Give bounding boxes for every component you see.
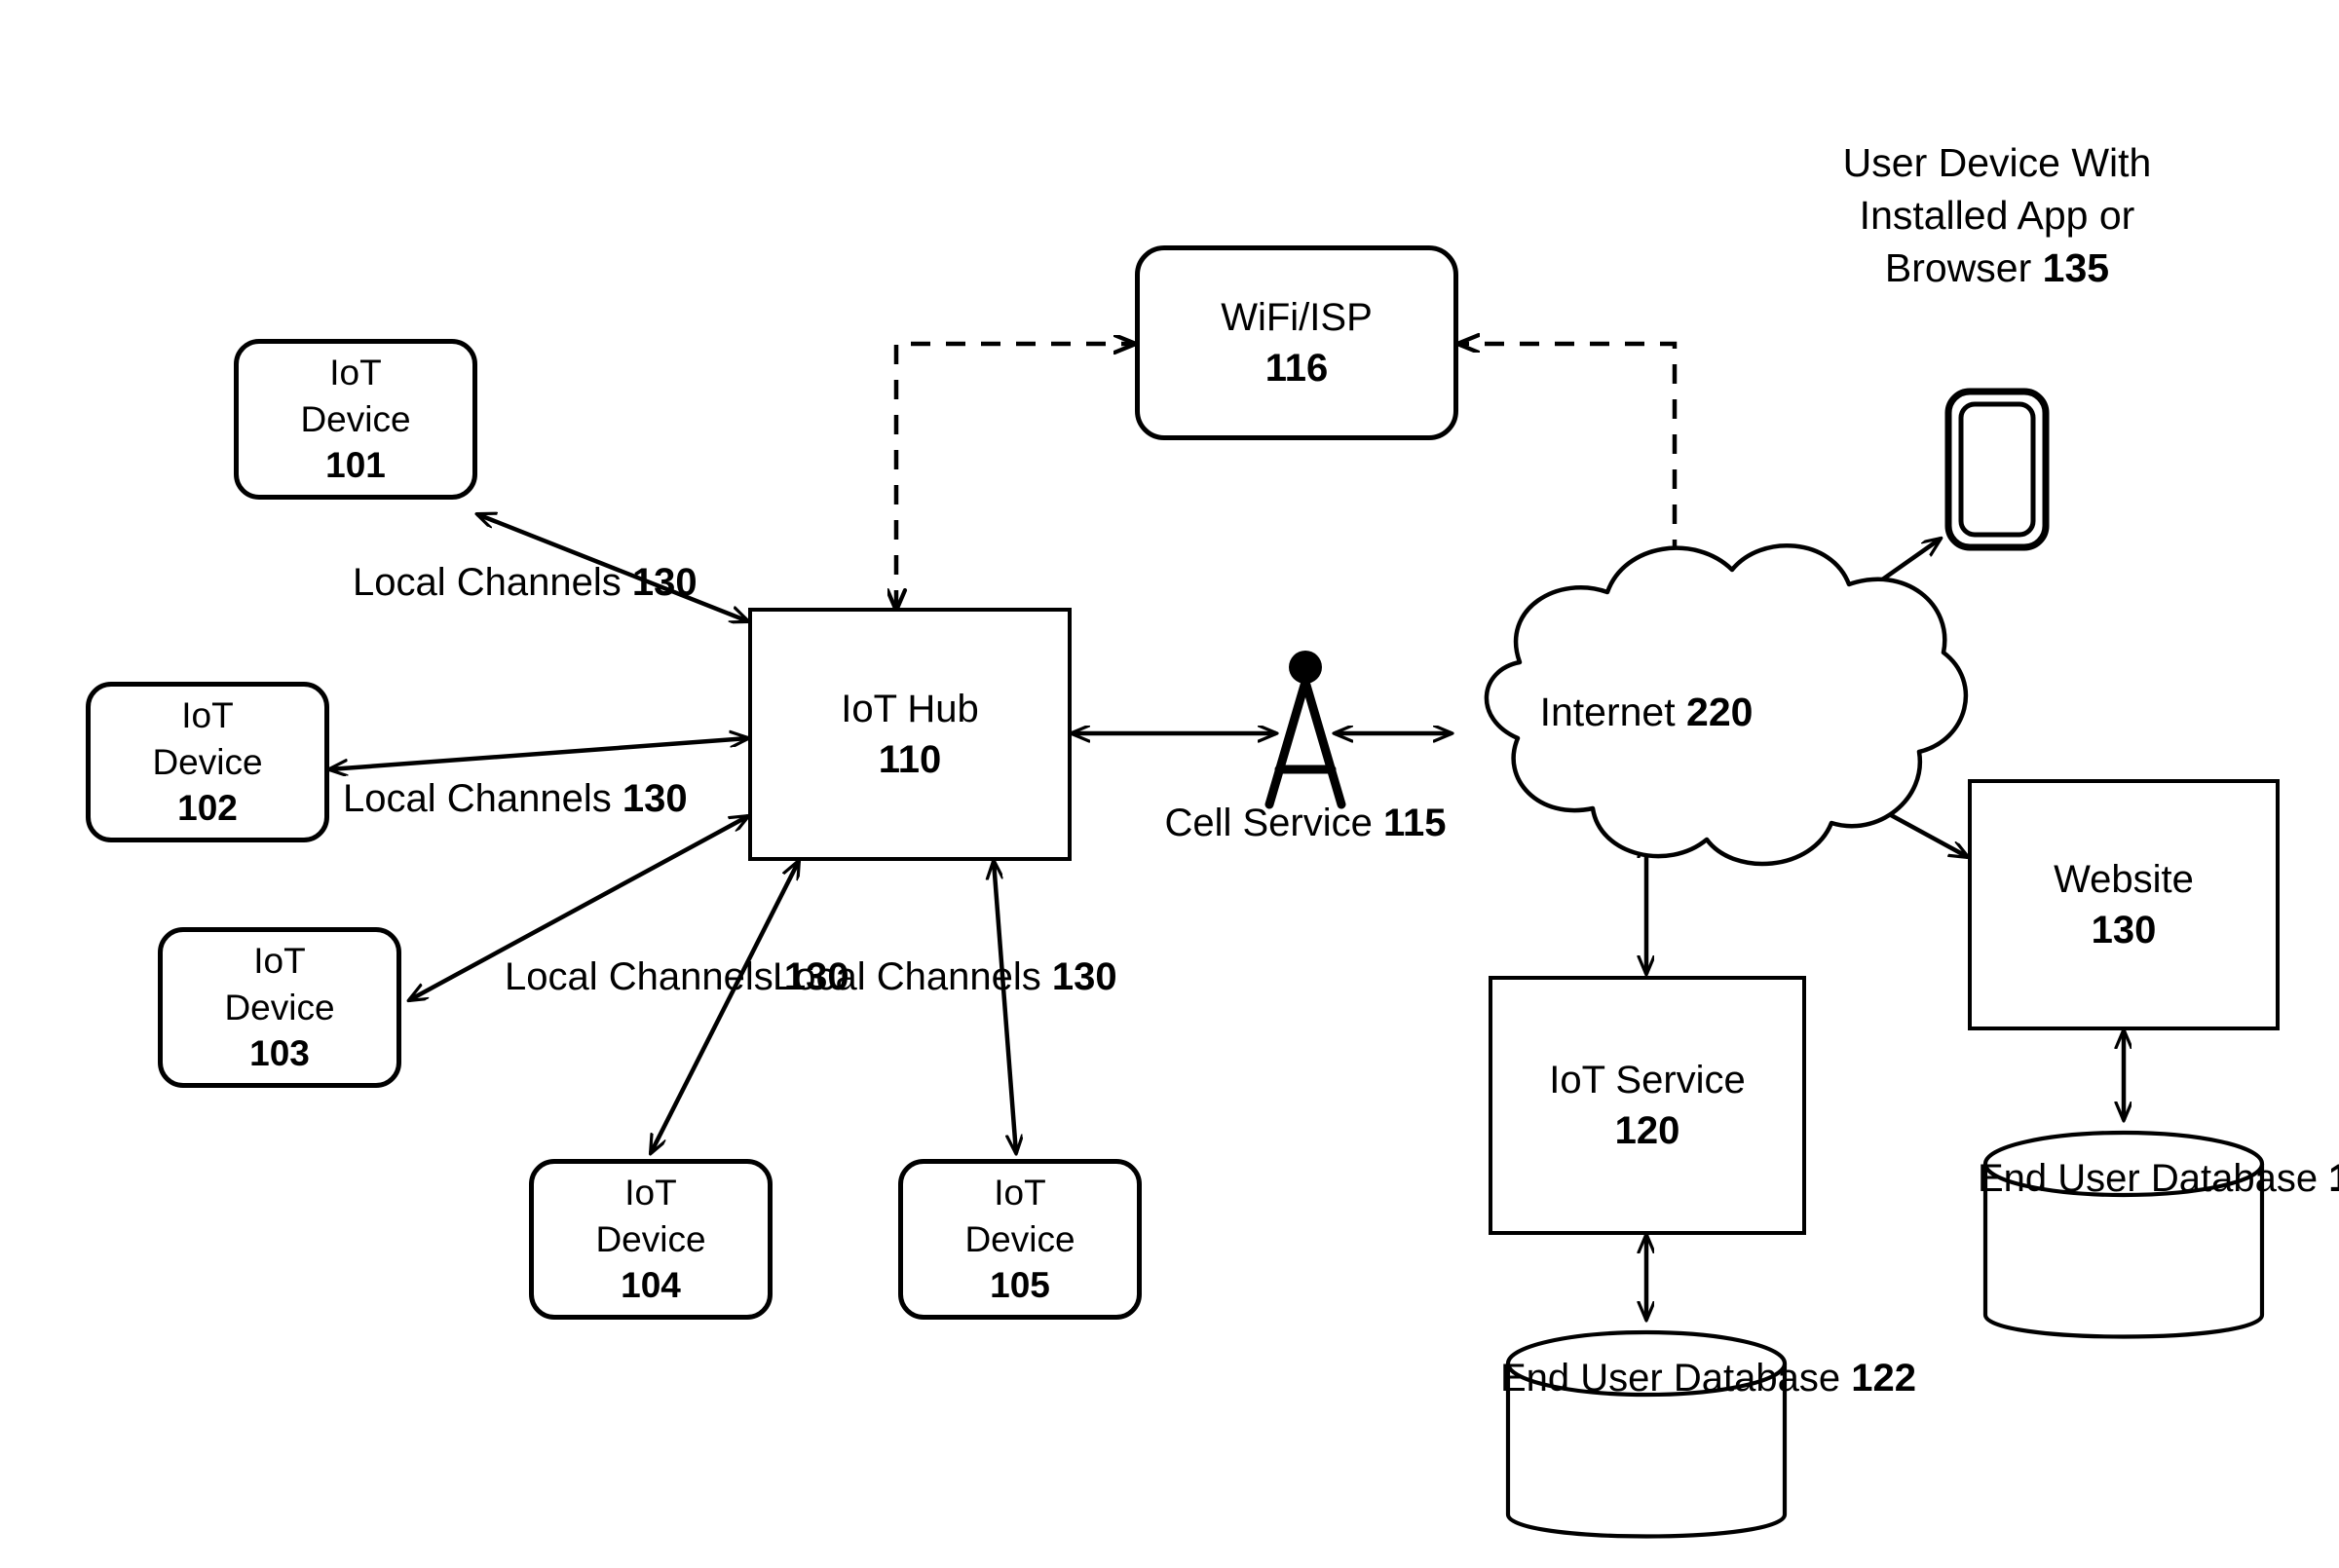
iot-device-103-label-line2: Device	[224, 987, 335, 1027]
node-iot-device-101[interactable]: IoT Device 101	[234, 339, 477, 500]
local-channels-101-line1: Local	[353, 561, 446, 604]
wifi-isp-number: 116	[1264, 347, 1329, 390]
node-cell-service-label: Cell Service 115	[1159, 799, 1452, 848]
iot-device-102-label-line1: IoT	[181, 695, 234, 736]
iot-device-101-label-line2: Device	[300, 398, 411, 439]
local-channels-102-number: 130	[622, 777, 688, 820]
cell-service-label-line2: Service	[1242, 802, 1373, 844]
website-label: Website	[2054, 858, 2194, 901]
internet-label: Internet	[1539, 690, 1676, 734]
website-number: 130	[2091, 909, 2157, 952]
database-131-label-line1: End User	[1978, 1157, 2140, 1200]
database-122-label-line1: End User	[1500, 1357, 1663, 1400]
iot-device-101-label-line1: IoT	[329, 353, 382, 393]
internet-number: 220	[1686, 690, 1754, 734]
user-device-number: 135	[2042, 245, 2110, 291]
user-device-caption-line1: User Device With	[1842, 140, 2152, 185]
cell-service-number: 115	[1383, 802, 1447, 844]
local-channels-105-line1: Local	[773, 955, 866, 998]
edge-internet-user-device	[1792, 539, 1941, 643]
node-iot-device-103[interactable]: IoT Device 103	[158, 927, 401, 1088]
edge-internet-wifi-dashed	[1458, 344, 1675, 629]
user-device-caption-line3: Browser	[1884, 245, 2032, 291]
iot-device-104-label-line1: IoT	[624, 1173, 677, 1213]
node-end-user-database-131-label[interactable]: End User Database 131	[1978, 1154, 2339, 1204]
iot-device-101-number: 101	[325, 445, 386, 486]
edge-label-local-channels-102: Local Channels 130	[343, 774, 688, 824]
node-user-device-caption: User Device With Installed App or Browse…	[1812, 136, 2182, 294]
local-channels-101-number: 130	[631, 561, 698, 604]
node-iot-service[interactable]: IoT Service 120	[1489, 976, 1806, 1235]
local-channels-101-line2: Channels	[456, 561, 622, 604]
iot-device-103-label-line1: IoT	[253, 941, 306, 982]
iot-device-103-number: 103	[249, 1033, 310, 1074]
edge-hub-wifi-dashed	[896, 344, 1135, 610]
iot-device-105-label-line1: IoT	[994, 1173, 1046, 1213]
node-iot-device-105[interactable]: IoT Device 105	[898, 1159, 1142, 1320]
node-wifi-isp[interactable]: WiFi/ISP 116	[1135, 245, 1458, 440]
cell-service-label-line1: Cell	[1164, 802, 1232, 844]
iot-hub-number: 110	[878, 738, 942, 781]
database-131-number: 131	[2328, 1157, 2339, 1200]
iot-device-105-number: 105	[990, 1265, 1050, 1306]
iot-device-105-label-line2: Device	[964, 1218, 1075, 1259]
iot-device-102-label-line2: Device	[152, 741, 263, 782]
database-131-label-line2: Database	[2150, 1157, 2319, 1200]
local-channels-102-line2: Channels	[446, 777, 612, 820]
node-website[interactable]: Website 130	[1968, 779, 2280, 1030]
diagram-canvas: IoT Device 101 IoT Device 102 IoT Device…	[0, 0, 2339, 1568]
iot-device-102-number: 102	[177, 788, 238, 829]
local-channels-104-line2: Channels	[608, 955, 773, 998]
local-channels-105-line2: Channels	[876, 955, 1041, 998]
local-channels-102-line1: Local	[343, 777, 436, 820]
node-iot-device-102[interactable]: IoT Device 102	[86, 682, 329, 842]
iot-service-number: 120	[1614, 1109, 1680, 1152]
edge-hub-device-104	[651, 861, 799, 1153]
node-end-user-database-122-label[interactable]: End User Database 122	[1500, 1354, 1916, 1403]
iot-service-label: IoT Service	[1549, 1059, 1746, 1101]
wifi-isp-label: WiFi/ISP	[1221, 296, 1373, 339]
edge-hub-device-105	[994, 861, 1016, 1153]
database-122-number: 122	[1851, 1357, 1916, 1400]
user-device-phone-icon	[1944, 388, 2050, 551]
edge-hub-device-102	[329, 738, 748, 769]
cell-tower-icon	[1264, 651, 1346, 809]
node-iot-hub[interactable]: IoT Hub 110	[748, 608, 1072, 861]
edge-label-local-channels-101: Local Channels 130	[353, 558, 698, 608]
iot-device-104-number: 104	[621, 1265, 681, 1306]
iot-hub-label: IoT Hub	[841, 688, 979, 730]
edge-label-local-channels-104: Local Channels 130	[505, 952, 849, 1002]
local-channels-104-line1: Local	[505, 955, 598, 998]
user-device-caption-line2: Installed App or	[1859, 193, 2135, 239]
edge-internet-website	[1807, 769, 1968, 857]
local-channels-105-number: 130	[1051, 955, 1117, 998]
node-internet-label[interactable]: Internet 220	[1500, 687, 1792, 738]
iot-device-104-label-line2: Device	[595, 1218, 706, 1259]
node-iot-device-104[interactable]: IoT Device 104	[529, 1159, 773, 1320]
database-122-label-line2: Database	[1673, 1357, 1841, 1400]
edge-label-local-channels-105: Local Channels 130	[773, 952, 1117, 1002]
